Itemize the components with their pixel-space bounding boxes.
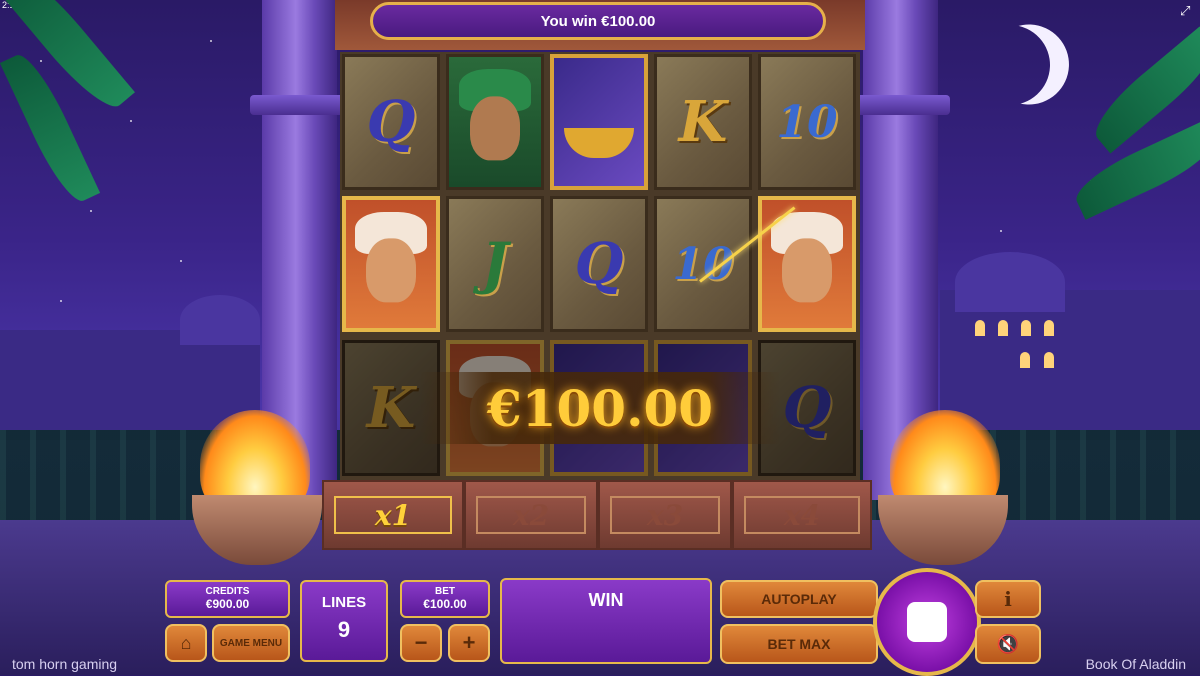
spin-stop-button[interactable] <box>873 568 981 676</box>
lines-label: LINES <box>321 594 367 611</box>
face-icon <box>366 238 416 303</box>
dome-left <box>180 295 260 345</box>
fullscreen-icon[interactable]: ⤢ <box>1180 4 1194 18</box>
bet-label: BET <box>435 586 455 597</box>
win-display: WIN <box>500 578 712 664</box>
palm-leaf <box>1068 120 1200 220</box>
magic-lamp-icon <box>564 128 634 159</box>
symbol-q: Q <box>550 196 648 332</box>
palace-window <box>1021 320 1031 336</box>
symbol-10: 10 <box>758 54 856 190</box>
symbol-aladdin <box>758 196 856 332</box>
palace-window <box>1044 352 1054 368</box>
game-title: Book Of Aladdin <box>1085 656 1186 672</box>
bet-display: BET €100.00 <box>400 580 490 618</box>
autoplay-button[interactable]: AUTOPLAY <box>720 580 878 618</box>
info-button[interactable]: i <box>975 580 1041 618</box>
pillar-capital-right <box>850 95 950 115</box>
credits-display: CREDITS €900.00 <box>165 580 290 618</box>
speaker-mute-icon: 🔇 <box>996 633 1020 654</box>
symbol-q: Q <box>342 54 440 190</box>
palace-window <box>1044 320 1054 336</box>
crescent-moon-icon <box>959 14 1062 117</box>
home-button[interactable]: ⌂ <box>165 624 207 662</box>
lines-display: LINES 9 <box>300 580 388 662</box>
symbol-10: 10 <box>654 196 752 332</box>
bet-max-button[interactable]: BET MAX <box>720 624 878 664</box>
multiplier-label: x2 <box>476 496 586 534</box>
palace-window <box>998 320 1008 336</box>
home-icon: ⌂ <box>180 632 192 653</box>
symbol-magic-lamp-book <box>550 54 648 190</box>
win-amount-display: €100.00 <box>420 372 780 444</box>
brand-label: tom horn gaming <box>12 656 118 672</box>
lines-value: 9 <box>337 617 351 642</box>
win-message-banner: You win €100.00 <box>370 2 826 40</box>
symbol-aladdin <box>342 196 440 332</box>
credits-value: €900.00 <box>205 597 250 611</box>
win-label: WIN <box>588 590 624 610</box>
multiplier-x4: x4 <box>732 480 872 550</box>
pillar-capital-left <box>250 95 350 115</box>
credits-label: CREDITS <box>205 586 250 597</box>
bet-decrease-button[interactable]: − <box>400 624 442 662</box>
bet-increase-button[interactable]: + <box>448 624 490 662</box>
face-icon <box>470 96 520 161</box>
palace-window <box>975 320 985 336</box>
face-icon <box>782 238 832 303</box>
bet-value: €100.00 <box>423 597 467 611</box>
symbol-j: J <box>446 196 544 332</box>
multiplier-x2: x2 <box>464 480 598 550</box>
multiplier-label: x4 <box>744 496 860 534</box>
multiplier-x1: x1 <box>322 480 464 550</box>
stop-icon <box>907 602 947 642</box>
multiplier-label: x1 <box>334 496 452 534</box>
game-menu-button[interactable]: GAME MENU <box>212 624 290 662</box>
symbol-turban-man <box>446 54 544 190</box>
symbol-k: K <box>654 54 752 190</box>
multiplier-x3: x3 <box>598 480 732 550</box>
palace-right <box>940 290 1200 440</box>
palace-window <box>1020 352 1030 368</box>
multiplier-label: x3 <box>610 496 720 534</box>
sound-toggle-button[interactable]: 🔇 <box>975 624 1041 664</box>
dome-right <box>955 252 1065 312</box>
